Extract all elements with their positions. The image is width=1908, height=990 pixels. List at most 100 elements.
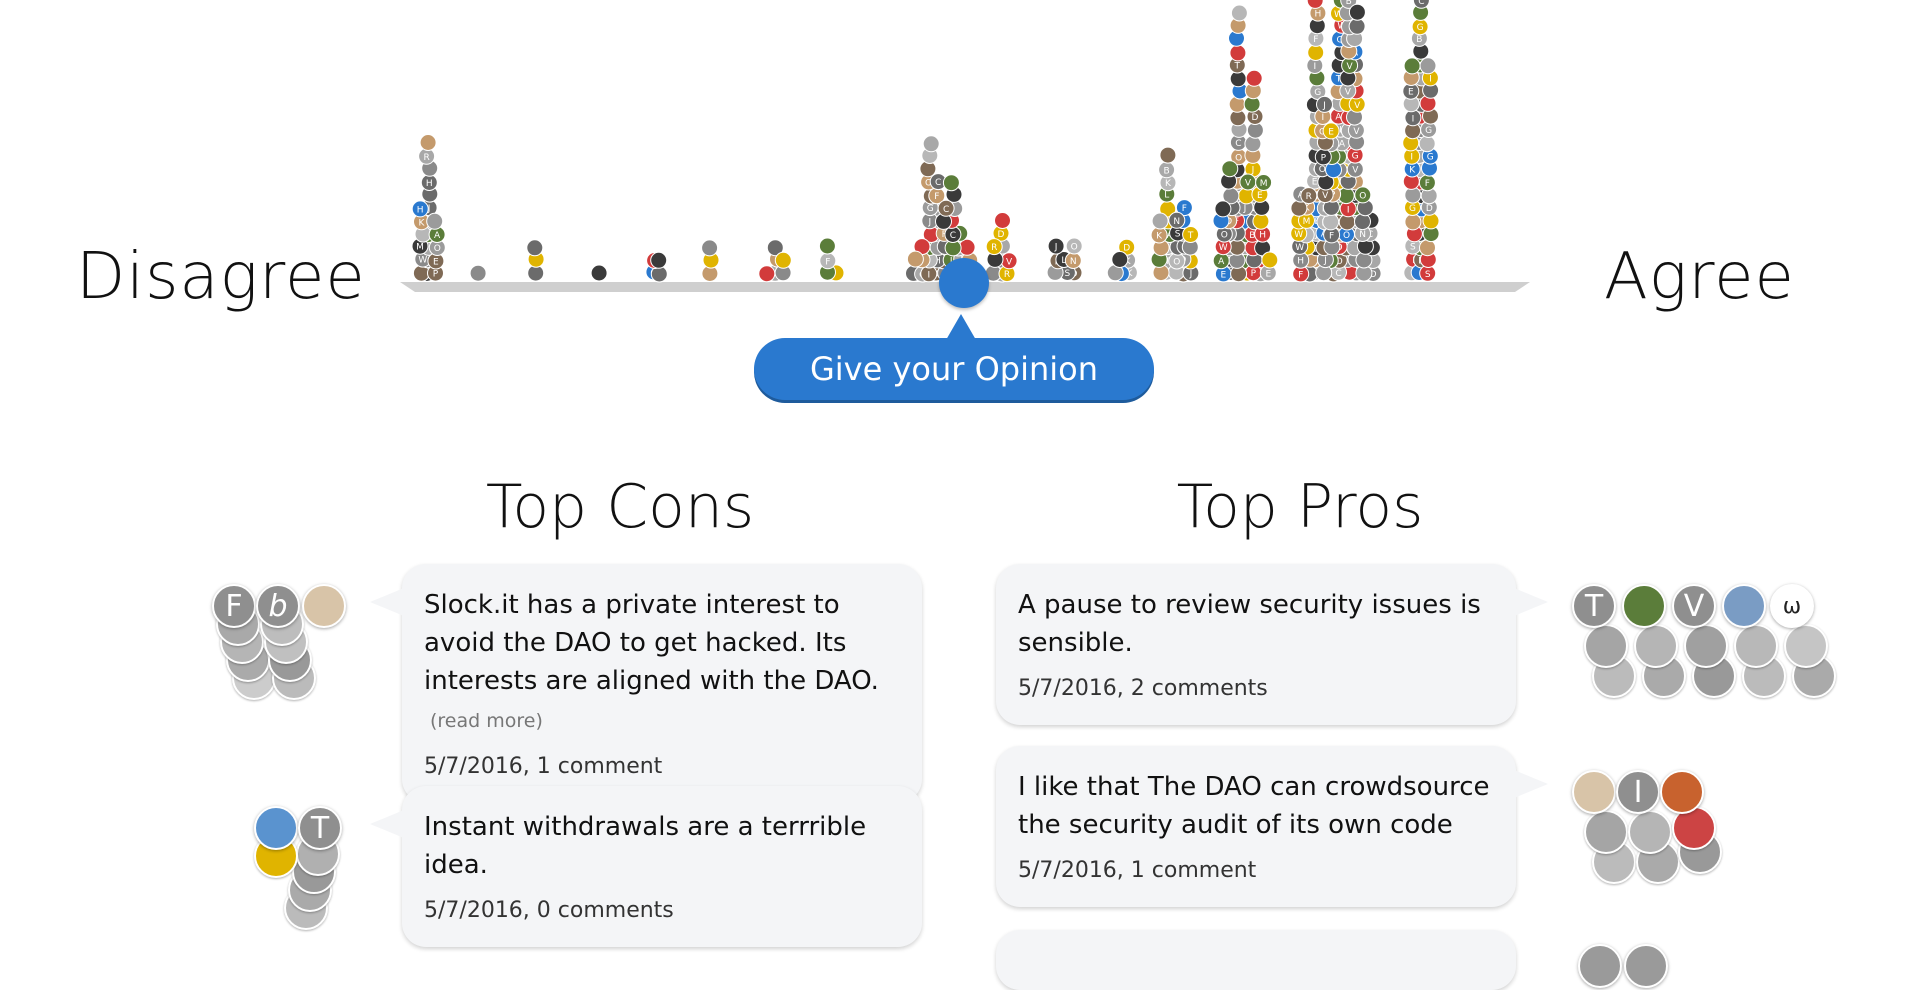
con-point-card[interactable]: Slock.it has a private interest to avoid…	[370, 564, 922, 803]
opinion-avatar-dot[interactable]	[1214, 200, 1232, 218]
opinion-avatar-dot[interactable]	[1111, 251, 1129, 268]
avatar-photo[interactable]	[1660, 770, 1704, 814]
opinion-avatar-initial: O	[1235, 153, 1242, 163]
opinion-avatar-dot[interactable]	[774, 251, 792, 269]
avatar[interactable]: I	[1616, 770, 1660, 814]
avatar-photo[interactable]	[302, 584, 346, 628]
avatar[interactable]	[1578, 944, 1622, 988]
opinion-avatar-dot[interactable]	[1221, 160, 1239, 178]
opinion-avatar-dot[interactable]	[426, 212, 444, 230]
avatar-photo[interactable]	[1622, 584, 1666, 628]
opinion-avatar-dot[interactable]	[942, 174, 960, 192]
opinion-avatar-dot[interactable]	[1348, 17, 1366, 35]
opinion-avatar-dot[interactable]	[1159, 146, 1177, 164]
con-point-card[interactable]: Instant withdrawals are a terrrible idea…	[370, 786, 922, 947]
pro-point-card[interactable]	[996, 930, 1516, 990]
opinion-avatar-dot[interactable]	[469, 264, 487, 282]
opinion-avatar-initial: R	[991, 243, 997, 253]
opinion-avatar-initial: O	[1359, 191, 1366, 201]
opinion-avatar-dot[interactable]	[701, 239, 719, 257]
opinion-avatar-dot[interactable]	[1229, 44, 1247, 62]
disagree-label: Disagree	[76, 240, 366, 314]
con-point-meta: 5/7/2016, 0 comments	[424, 898, 674, 923]
opinion-avatar-dot[interactable]	[1307, 44, 1325, 61]
opinion-avatar-initial: S	[1425, 270, 1431, 280]
pro-point-card[interactable]: A pause to review security issues is sen…	[996, 564, 1548, 725]
opinion-avatar-initial: I	[1321, 113, 1324, 123]
opinion-avatar-initial: G	[1409, 204, 1416, 214]
opinion-avatar-initial: H	[426, 179, 433, 189]
agree-label: Agree	[1604, 240, 1795, 314]
opinion-avatar-dot[interactable]	[922, 135, 940, 153]
avatar[interactable]	[1624, 944, 1668, 988]
opinion-avatar-dot[interactable]	[526, 239, 544, 257]
opinion-avatar-initial: W	[1219, 243, 1228, 253]
con-supporters-stack[interactable]: F b	[212, 584, 372, 704]
opinion-avatar-initial: N	[1359, 230, 1366, 240]
opinion-avatar-initial: L	[1164, 191, 1169, 201]
opinion-button-pointer	[946, 314, 976, 340]
opinion-avatar-initial: J	[1054, 243, 1058, 253]
opinion-avatar-initial: S	[1065, 269, 1071, 279]
opinion-avatar-dot[interactable]	[994, 212, 1011, 229]
con-supporters-stack[interactable]: T	[254, 806, 364, 930]
avatar[interactable]: V	[1672, 584, 1716, 628]
pro-supporters-stack[interactable]: T V ω	[1572, 584, 1852, 704]
opinion-avatar-initial: N	[1173, 217, 1180, 227]
opinion-avatar-dot[interactable]	[1151, 212, 1169, 230]
give-opinion-button[interactable]: Give your Opinion	[754, 338, 1154, 400]
opinion-avatar-initial: G	[1427, 153, 1434, 163]
avatar[interactable]: F	[212, 584, 256, 628]
opinion-avatar-initial: V	[1347, 62, 1354, 72]
opinion-avatar-dot[interactable]	[1403, 57, 1421, 75]
opinion-avatar-dot[interactable]	[1418, 135, 1436, 153]
opinion-avatar-dot[interactable]	[650, 251, 668, 269]
pro-point-meta: 5/7/2016, 2 comments	[1018, 676, 1268, 701]
opinion-avatar-initial: V	[1352, 166, 1359, 176]
opinion-avatar-initial: J	[1189, 270, 1193, 280]
opinion-avatar-initial: S	[1410, 243, 1416, 253]
opinion-avatar-initial: W	[1294, 230, 1303, 240]
opinion-avatar-initial: B	[1164, 166, 1170, 176]
opinion-avatar-dot[interactable]	[1348, 3, 1366, 21]
opinion-avatar-dot[interactable]	[1419, 57, 1437, 75]
opinion-avatar-initial: C	[1335, 269, 1341, 279]
avatar[interactable]: ω	[1770, 584, 1814, 628]
opinion-avatar-dot[interactable]	[590, 264, 608, 282]
opinion-avatar-initial: D	[1252, 113, 1259, 123]
opinion-avatar-initial: M	[1303, 217, 1311, 227]
opinion-avatar-dot[interactable]	[419, 134, 437, 151]
read-more-link[interactable]: (read more)	[430, 710, 543, 732]
opinion-avatar-initial: A	[434, 231, 441, 241]
avatar-photo[interactable]	[254, 806, 298, 850]
opinion-avatar-initial: E	[1265, 269, 1271, 279]
opinion-avatar-dot[interactable]	[1354, 213, 1371, 231]
opinion-avatar-initial: F	[1182, 204, 1187, 214]
opinion-avatar-dot[interactable]	[1261, 251, 1279, 269]
opinion-avatar-initial: D	[998, 230, 1005, 240]
avatar[interactable]: T	[1572, 584, 1616, 628]
pro-point-text: I like that The DAO can crowdsource the …	[1018, 772, 1490, 840]
opinion-avatar-dot[interactable]	[1245, 69, 1263, 87]
opinion-avatar-dot[interactable]	[818, 237, 836, 255]
opinion-avatar-initial: E	[1328, 127, 1334, 137]
pro-point-card[interactable]: I like that The DAO can crowdsource the …	[996, 746, 1548, 907]
opinion-avatar-initial: E	[1257, 191, 1263, 201]
opinion-avatar-dot[interactable]	[1230, 4, 1248, 22]
opinion-avatar-initial: W	[418, 256, 427, 266]
opinion-avatar-dot[interactable]	[906, 250, 924, 268]
opinion-avatar-initial: W	[1295, 243, 1304, 253]
pro-supporters-stack[interactable]: I	[1572, 770, 1752, 890]
opinion-avatar-dot[interactable]	[1419, 239, 1436, 257]
avatar[interactable]: T	[298, 806, 342, 850]
opinion-avatar-initial: N	[1070, 257, 1077, 267]
avatar-photo[interactable]	[1572, 770, 1616, 814]
opinion-avatar-initial: I	[1347, 205, 1350, 215]
pro-supporters-stack[interactable]	[1578, 944, 1678, 988]
avatar[interactable]: b	[256, 584, 300, 628]
avatar-photo[interactable]	[1722, 584, 1766, 628]
opinion-slider-handle[interactable]	[939, 258, 989, 308]
opinion-avatar-initial: V	[1322, 191, 1329, 201]
opinion-avatar-dot[interactable]	[1404, 213, 1422, 231]
opinion-avatar-dot[interactable]	[758, 265, 776, 283]
